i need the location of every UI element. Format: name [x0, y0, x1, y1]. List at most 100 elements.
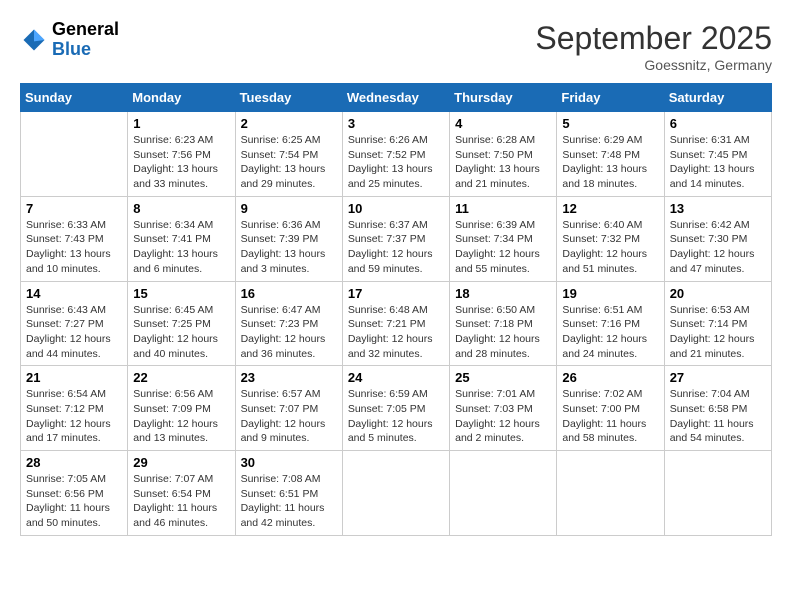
cell-content: Sunrise: 7:08 AMSunset: 6:51 PMDaylight:…	[241, 472, 337, 531]
calendar-cell: 13 Sunrise: 6:42 AMSunset: 7:30 PMDayligh…	[664, 196, 771, 281]
cell-content: Sunrise: 6:26 AMSunset: 7:52 PMDaylight:…	[348, 133, 444, 192]
day-number: 8	[133, 201, 229, 216]
cell-content: Sunrise: 6:54 AMSunset: 7:12 PMDaylight:…	[26, 387, 122, 446]
month-title: September 2025	[535, 20, 772, 57]
day-number: 20	[670, 286, 766, 301]
day-header: Thursday	[450, 84, 557, 112]
day-header: Monday	[128, 84, 235, 112]
calendar-cell: 17 Sunrise: 6:48 AMSunset: 7:21 PMDayligh…	[342, 281, 449, 366]
day-number: 30	[241, 455, 337, 470]
cell-content: Sunrise: 7:05 AMSunset: 6:56 PMDaylight:…	[26, 472, 122, 531]
calendar-cell: 30 Sunrise: 7:08 AMSunset: 6:51 PMDayligh…	[235, 451, 342, 536]
day-number: 6	[670, 116, 766, 131]
calendar-cell: 25 Sunrise: 7:01 AMSunset: 7:03 PMDayligh…	[450, 366, 557, 451]
cell-content: Sunrise: 6:53 AMSunset: 7:14 PMDaylight:…	[670, 303, 766, 362]
calendar-cell: 6 Sunrise: 6:31 AMSunset: 7:45 PMDaylight…	[664, 112, 771, 197]
day-number: 9	[241, 201, 337, 216]
day-number: 28	[26, 455, 122, 470]
day-number: 1	[133, 116, 229, 131]
calendar-week-row: 7 Sunrise: 6:33 AMSunset: 7:43 PMDaylight…	[21, 196, 772, 281]
day-number: 10	[348, 201, 444, 216]
calendar-cell	[664, 451, 771, 536]
logo-icon	[20, 26, 48, 54]
day-header: Saturday	[664, 84, 771, 112]
cell-content: Sunrise: 6:43 AMSunset: 7:27 PMDaylight:…	[26, 303, 122, 362]
calendar-cell: 23 Sunrise: 6:57 AMSunset: 7:07 PMDayligh…	[235, 366, 342, 451]
day-number: 11	[455, 201, 551, 216]
cell-content: Sunrise: 6:51 AMSunset: 7:16 PMDaylight:…	[562, 303, 658, 362]
cell-content: Sunrise: 6:29 AMSunset: 7:48 PMDaylight:…	[562, 133, 658, 192]
day-number: 29	[133, 455, 229, 470]
cell-content: Sunrise: 6:56 AMSunset: 7:09 PMDaylight:…	[133, 387, 229, 446]
calendar-cell: 3 Sunrise: 6:26 AMSunset: 7:52 PMDaylight…	[342, 112, 449, 197]
cell-content: Sunrise: 6:40 AMSunset: 7:32 PMDaylight:…	[562, 218, 658, 277]
calendar-cell: 9Sunrise: 6:36 AMSunset: 7:39 PMDaylight…	[235, 196, 342, 281]
calendar-cell: 11 Sunrise: 6:39 AMSunset: 7:34 PMDayligh…	[450, 196, 557, 281]
cell-content: Sunrise: 7:07 AMSunset: 6:54 PMDaylight:…	[133, 472, 229, 531]
day-number: 13	[670, 201, 766, 216]
calendar-table: SundayMondayTuesdayWednesdayThursdayFrid…	[20, 83, 772, 536]
cell-content: Sunrise: 6:59 AMSunset: 7:05 PMDaylight:…	[348, 387, 444, 446]
day-number: 23	[241, 370, 337, 385]
calendar-cell: 10 Sunrise: 6:37 AMSunset: 7:37 PMDayligh…	[342, 196, 449, 281]
calendar-cell: 29 Sunrise: 7:07 AMSunset: 6:54 PMDayligh…	[128, 451, 235, 536]
day-number: 4	[455, 116, 551, 131]
day-number: 17	[348, 286, 444, 301]
day-header: Tuesday	[235, 84, 342, 112]
page-header: General Blue September 2025 Goessnitz, G…	[20, 20, 772, 73]
calendar-cell: 2Sunrise: 6:25 AMSunset: 7:54 PMDaylight…	[235, 112, 342, 197]
day-header: Wednesday	[342, 84, 449, 112]
cell-content: Sunrise: 7:02 AMSunset: 7:00 PMDaylight:…	[562, 387, 658, 446]
cell-content: Sunrise: 6:33 AMSunset: 7:43 PMDaylight:…	[26, 218, 122, 277]
cell-content: Sunrise: 6:31 AMSunset: 7:45 PMDaylight:…	[670, 133, 766, 192]
cell-content: Sunrise: 6:23 AMSunset: 7:56 PMDaylight:…	[133, 133, 229, 192]
cell-content: Sunrise: 6:47 AMSunset: 7:23 PMDaylight:…	[241, 303, 337, 362]
cell-content: Sunrise: 6:37 AMSunset: 7:37 PMDaylight:…	[348, 218, 444, 277]
day-header: Friday	[557, 84, 664, 112]
calendar-cell: 28 Sunrise: 7:05 AMSunset: 6:56 PMDayligh…	[21, 451, 128, 536]
logo-text: General Blue	[52, 20, 119, 60]
logo: General Blue	[20, 20, 119, 60]
cell-content: Sunrise: 7:01 AMSunset: 7:03 PMDaylight:…	[455, 387, 551, 446]
calendar-week-row: 1 Sunrise: 6:23 AMSunset: 7:56 PMDaylight…	[21, 112, 772, 197]
day-number: 7	[26, 201, 122, 216]
calendar-cell: 5 Sunrise: 6:29 AMSunset: 7:48 PMDaylight…	[557, 112, 664, 197]
day-number: 5	[562, 116, 658, 131]
calendar-cell: 24 Sunrise: 6:59 AMSunset: 7:05 PMDayligh…	[342, 366, 449, 451]
day-number: 19	[562, 286, 658, 301]
day-number: 18	[455, 286, 551, 301]
calendar-cell	[21, 112, 128, 197]
calendar-cell	[450, 451, 557, 536]
calendar-cell: 19 Sunrise: 6:51 AMSunset: 7:16 PMDayligh…	[557, 281, 664, 366]
calendar-week-row: 14 Sunrise: 6:43 AMSunset: 7:27 PMDayligh…	[21, 281, 772, 366]
header-row: SundayMondayTuesdayWednesdayThursdayFrid…	[21, 84, 772, 112]
day-number: 24	[348, 370, 444, 385]
day-number: 27	[670, 370, 766, 385]
day-number: 12	[562, 201, 658, 216]
title-block: September 2025 Goessnitz, Germany	[535, 20, 772, 73]
calendar-cell	[557, 451, 664, 536]
day-number: 25	[455, 370, 551, 385]
calendar-cell: 18Sunrise: 6:50 AMSunset: 7:18 PMDayligh…	[450, 281, 557, 366]
calendar-cell: 15Sunrise: 6:45 AMSunset: 7:25 PMDayligh…	[128, 281, 235, 366]
cell-content: Sunrise: 6:48 AMSunset: 7:21 PMDaylight:…	[348, 303, 444, 362]
calendar-cell: 14 Sunrise: 6:43 AMSunset: 7:27 PMDayligh…	[21, 281, 128, 366]
day-number: 3	[348, 116, 444, 131]
cell-content: Sunrise: 6:45 AMSunset: 7:25 PMDaylight:…	[133, 303, 229, 362]
day-number: 22	[133, 370, 229, 385]
day-number: 16	[241, 286, 337, 301]
calendar-cell	[342, 451, 449, 536]
location: Goessnitz, Germany	[535, 57, 772, 73]
calendar-cell: 22 Sunrise: 6:56 AMSunset: 7:09 PMDayligh…	[128, 366, 235, 451]
day-number: 21	[26, 370, 122, 385]
calendar-cell: 12 Sunrise: 6:40 AMSunset: 7:32 PMDayligh…	[557, 196, 664, 281]
day-header: Sunday	[21, 84, 128, 112]
day-number: 14	[26, 286, 122, 301]
cell-content: Sunrise: 6:39 AMSunset: 7:34 PMDaylight:…	[455, 218, 551, 277]
cell-content: Sunrise: 6:57 AMSunset: 7:07 PMDaylight:…	[241, 387, 337, 446]
cell-content: Sunrise: 6:42 AMSunset: 7:30 PMDaylight:…	[670, 218, 766, 277]
calendar-week-row: 28 Sunrise: 7:05 AMSunset: 6:56 PMDayligh…	[21, 451, 772, 536]
cell-content: Sunrise: 7:04 AMSunset: 6:58 PMDaylight:…	[670, 387, 766, 446]
calendar-cell: 16 Sunrise: 6:47 AMSunset: 7:23 PMDayligh…	[235, 281, 342, 366]
calendar-week-row: 21 Sunrise: 6:54 AMSunset: 7:12 PMDayligh…	[21, 366, 772, 451]
